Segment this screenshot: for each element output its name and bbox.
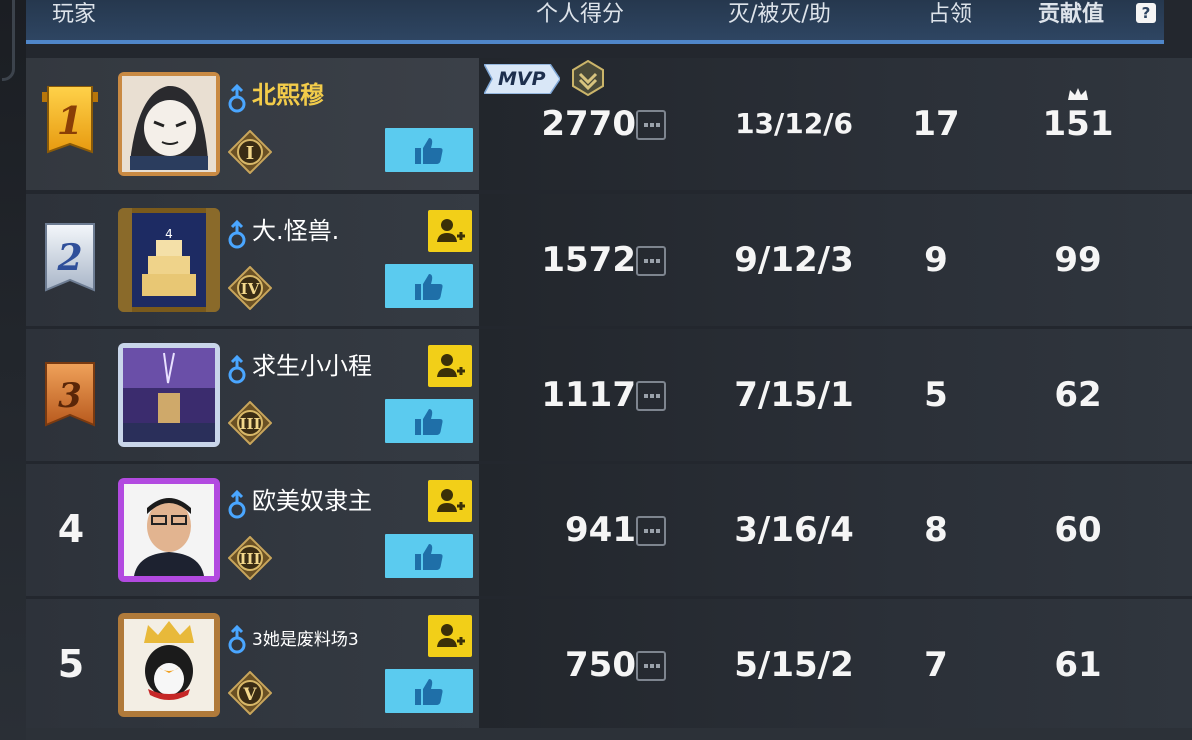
tier-label: III: [239, 550, 260, 568]
tier-badge-icon: I: [228, 130, 272, 174]
occupy-value: 8: [924, 510, 948, 550]
rank-number: 1: [57, 98, 83, 143]
player-avatar[interactable]: [118, 72, 220, 176]
occupy-value: 7: [924, 645, 948, 685]
rank-number: 4: [57, 507, 85, 551]
score-value: 1117: [541, 375, 636, 415]
player-avatar[interactable]: [118, 613, 220, 717]
column-header-occupy: 占领: [928, 2, 973, 27]
thumbs-up-icon: [415, 544, 443, 570]
add-friend-button[interactable]: [428, 210, 472, 252]
contribution-value: 61: [1054, 645, 1102, 685]
player-avatar[interactable]: [118, 478, 220, 582]
rank-number: 3: [58, 376, 82, 416]
score-value: 941: [565, 510, 636, 550]
kda-value: 3/16/4: [734, 510, 854, 550]
tier-badge-icon: IV: [228, 266, 272, 310]
tier-label: I: [246, 143, 254, 164]
kda-value: 7/15/1: [734, 375, 854, 415]
tier-label: IV: [241, 280, 260, 298]
thumbs-up-icon: [415, 138, 443, 164]
add-friend-button[interactable]: [428, 480, 472, 522]
thumbs-up-icon: [415, 409, 443, 435]
thumbs-up-icon: [415, 274, 443, 300]
kda-value: 13/12/6: [735, 107, 853, 140]
mvp-label: MVP: [498, 68, 546, 90]
scoreboard-header: 玩家 个人得分 灭/被灭/助 占领 贡献值 ?: [26, 0, 1164, 44]
table-row: 2 4 大.怪兽. IV 1572 9/12/3 9 99: [26, 194, 1192, 326]
like-button[interactable]: [385, 399, 473, 443]
like-button[interactable]: [385, 264, 473, 308]
like-button[interactable]: [385, 128, 473, 172]
tier-badge-icon: III: [228, 536, 272, 580]
score-value: 750: [565, 645, 636, 685]
add-friend-icon: [437, 219, 465, 242]
occupy-value: 17: [912, 104, 960, 144]
player-avatar[interactable]: 4: [118, 208, 220, 312]
add-friend-icon: [437, 354, 465, 377]
tier-label: III: [239, 415, 260, 433]
score-value: 2770: [541, 104, 636, 144]
column-header-kda: 灭/被灭/助: [728, 2, 831, 27]
tier-badge-icon: V: [228, 671, 272, 715]
contribution-value: 151: [1042, 104, 1114, 144]
player-name[interactable]: 求生小小程: [252, 349, 372, 383]
like-button[interactable]: [385, 534, 473, 578]
player-name[interactable]: 3她是废料场3: [252, 623, 359, 657]
player-name[interactable]: 北熙穆: [252, 78, 324, 112]
player-name[interactable]: 欧美奴隶主: [252, 484, 372, 518]
table-row: 5 3她是废料场3 V 750 5/15/2 7 61: [26, 599, 1192, 731]
contribution-value: 62: [1054, 375, 1102, 415]
male-icon: [228, 355, 246, 384]
tier-badge-icon: III: [228, 401, 272, 445]
male-icon: [228, 220, 246, 249]
column-header-player: 玩家: [52, 2, 97, 27]
male-icon: [228, 490, 246, 519]
tier-label: V: [242, 685, 257, 705]
more-details-icon[interactable]: [636, 246, 666, 276]
kda-value: 9/12/3: [734, 240, 854, 280]
bottom-edge: [26, 728, 1192, 740]
occupy-value: 5: [924, 375, 948, 415]
table-row: 4 欧美奴隶主 III 941 3/16/4 8 60: [26, 464, 1192, 596]
like-button[interactable]: [385, 669, 473, 713]
mvp-emblem-icon: [572, 60, 604, 96]
occupy-value: 9: [924, 240, 948, 280]
contribution-value: 60: [1054, 510, 1102, 550]
thumbs-up-icon: [415, 679, 443, 705]
table-row: 1 北熙穆 I MVP 2770 13/12/6 17 151: [26, 58, 1192, 190]
contribution-value: 99: [1054, 240, 1102, 280]
more-details-icon[interactable]: [636, 651, 666, 681]
left-edge-decoration: [0, 0, 26, 740]
score-value: 1572: [541, 240, 636, 280]
add-friend-button[interactable]: [428, 615, 472, 657]
more-details-icon[interactable]: [636, 516, 666, 546]
table-row: 3 求生小小程 III 1117 7/15/1 5 62: [26, 329, 1192, 461]
column-header-contribution: 贡献值: [1038, 2, 1105, 27]
kda-value: 5/15/2: [734, 645, 854, 685]
more-details-icon[interactable]: [636, 381, 666, 411]
male-icon: [228, 625, 246, 654]
add-friend-icon: [437, 624, 465, 647]
rank-gold-badge-icon: 1: [42, 86, 98, 154]
column-header-score: 个人得分: [536, 2, 625, 27]
mvp-tag: MVP: [484, 64, 560, 94]
rank-silver-badge-icon: 2: [45, 223, 95, 292]
help-icon[interactable]: ?: [1136, 3, 1156, 23]
male-icon: [228, 84, 246, 113]
add-friend-button[interactable]: [428, 345, 472, 387]
add-friend-icon: [437, 489, 465, 512]
player-avatar[interactable]: [118, 343, 220, 447]
player-name[interactable]: 大.怪兽.: [252, 214, 339, 248]
rank-number: 2: [56, 237, 82, 279]
svg-text:4: 4: [165, 227, 173, 241]
more-details-icon[interactable]: [636, 110, 666, 140]
rank-number: 5: [57, 642, 85, 686]
rank-bronze-badge-icon: 3: [45, 362, 95, 427]
